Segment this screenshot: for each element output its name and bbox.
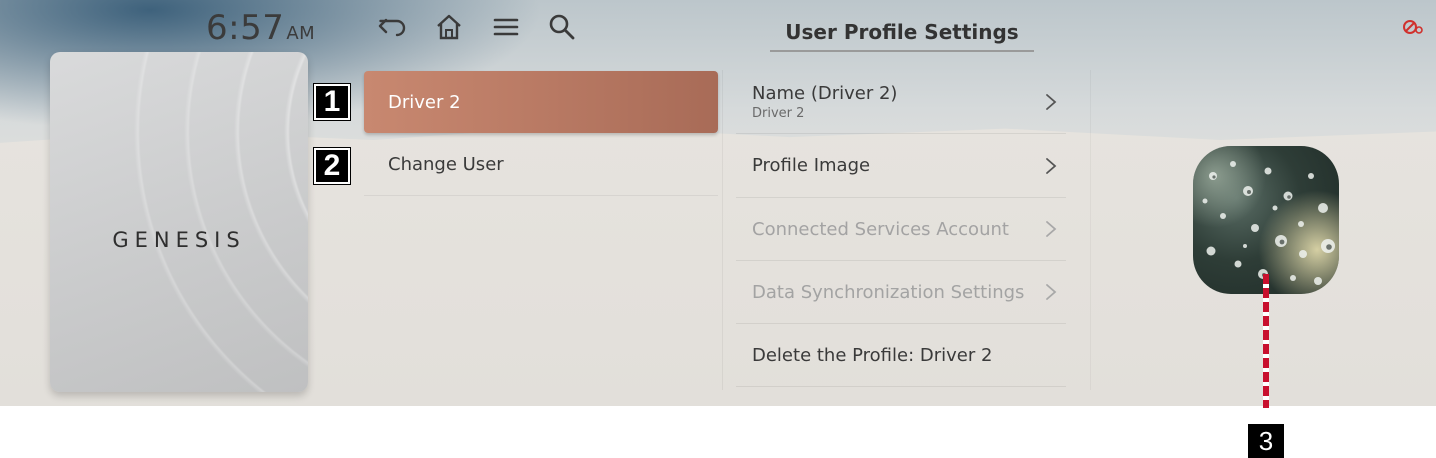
home-icon[interactable]	[432, 10, 466, 44]
menu-item-change-user[interactable]: Change User	[364, 134, 718, 196]
callout-badge-3: 3	[1248, 424, 1284, 458]
callout-badge-1: 1	[313, 83, 351, 121]
search-icon[interactable]	[545, 10, 579, 44]
genesis-logo: GENESIS	[112, 228, 246, 252]
menu-item-driver-2[interactable]: Driver 2	[364, 71, 718, 133]
menu-icon[interactable]	[489, 10, 523, 44]
menu-item-label: Driver 2	[388, 91, 461, 113]
connection-warning-icon	[1402, 18, 1424, 36]
chevron-right-icon	[1046, 221, 1057, 237]
callout-leader-line	[1263, 274, 1269, 408]
setting-delete-profile[interactable]: Delete the Profile: Driver 2	[736, 324, 1066, 387]
setting-label: Connected Services Account	[752, 218, 1009, 240]
column-divider	[1090, 70, 1091, 390]
callout-number: 2	[323, 149, 341, 182]
clock-ampm: AM	[286, 23, 316, 44]
chevron-right-icon	[1046, 157, 1057, 174]
setting-label: Profile Image	[752, 155, 871, 176]
head-unit-screen: 6:57 AM User Profile Settings GENESIS Dr…	[0, 0, 1436, 406]
setting-label: Data Synchronization Settings	[752, 281, 1025, 303]
setting-data-sync[interactable]: Data Synchronization Settings	[736, 261, 1066, 324]
clock-time: 6:57	[206, 8, 285, 48]
back-icon[interactable]	[376, 10, 410, 44]
page-title: User Profile Settings	[770, 16, 1034, 52]
setting-connected-services[interactable]: Connected Services Account	[736, 198, 1066, 261]
callout-number: 1	[323, 85, 341, 118]
setting-label: Delete the Profile: Driver 2	[752, 344, 993, 366]
profile-image-preview[interactable]	[1193, 146, 1339, 294]
setting-profile-image[interactable]: Profile Image	[736, 134, 1066, 198]
chevron-right-icon	[1046, 93, 1057, 110]
column-divider	[722, 70, 723, 390]
callout-number: 3	[1258, 425, 1274, 456]
setting-name[interactable]: Name (Driver 2) Driver 2	[736, 70, 1066, 134]
menu-item-label: Change User	[388, 154, 504, 175]
clock: 6:57 AM	[206, 8, 315, 48]
genesis-logo-card: GENESIS	[50, 52, 308, 392]
setting-sublabel: Driver 2	[752, 105, 805, 121]
water-drops-image	[1193, 146, 1339, 294]
setting-label: Name (Driver 2)	[752, 82, 898, 104]
callout-badge-2: 2	[313, 147, 351, 185]
chevron-right-icon	[1046, 284, 1057, 300]
